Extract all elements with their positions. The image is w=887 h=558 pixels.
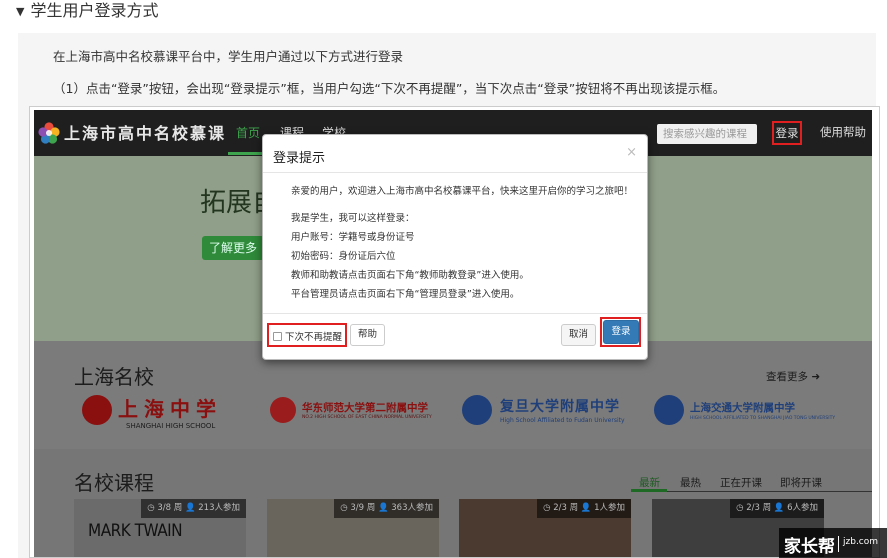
filter-divider [631, 491, 872, 492]
school-subtitle: HIGH SCHOOL AFFILIATED TO SHANGHAI JIAO … [690, 416, 836, 421]
filter-tab-upcoming[interactable]: 即将开课 [780, 475, 822, 490]
school-name: 华东师范大学第二附属中学 [302, 402, 428, 414]
no-remind-highlight: 下次不再提醒 [267, 323, 347, 347]
view-more-label: 查看更多 [766, 371, 808, 383]
course-card-meta: ◷ 3/9 周 👤 363人参加 [334, 499, 439, 518]
watermark-main: 家长帮 [784, 537, 835, 557]
modal-text-line: 平台管理员请点击页面右下角“管理员登录”进入使用。 [291, 289, 520, 300]
course-search-input[interactable]: 搜索感兴趣的课程 [657, 124, 757, 144]
courses-section: 名校课程 最新 最热 正在开课 即将开课 ◷ 3/8 周 👤 213人参加 MA… [34, 449, 872, 557]
course-card[interactable]: ◷ 2/3 周 👤 1人参加 [459, 499, 631, 557]
section-title-text: 学生用户登录方式 [30, 1, 159, 20]
help-button[interactable]: 帮助 [350, 324, 385, 346]
school-logo-ecnu2[interactable]: 华东师范大学第二附属中学 NO.2 HIGH SCHOOL OF EAST CH… [270, 393, 440, 431]
modal-header-divider [263, 172, 647, 173]
platform-logo-icon [38, 122, 60, 144]
filter-tab-in-progress[interactable]: 正在开课 [720, 475, 762, 490]
embedded-screenshot: 上海市高中名校慕课 首页 课程 学校 搜索感兴趣的课程 登录 使用帮助 拓展自 … [29, 106, 880, 558]
school-name: 上海中学 [118, 397, 222, 421]
course-card-text: MARK TWAIN [88, 521, 183, 541]
school-subtitle: NO.2 HIGH SCHOOL OF EAST CHINA NORMAL UN… [302, 415, 432, 420]
filter-active-underline [631, 489, 667, 492]
course-card-meta: ◷ 3/8 周 👤 213人参加 [141, 499, 246, 518]
school-subtitle: High School Affiliated to Fudan Universi… [500, 417, 625, 424]
course-card[interactable]: ◷ 3/9 周 👤 363人参加 [267, 499, 439, 557]
modal-welcome-text: 亲爱的用户，欢迎进入上海市高中名校慕课平台，快来这里开启你的学习之旅吧！ [291, 186, 634, 197]
modal-title: 登录提示 [273, 151, 326, 166]
nav-login-button[interactable]: 登录 [772, 121, 802, 145]
school-name: 上海交通大学附属中学 [690, 402, 795, 414]
watermark: 家长帮 jzb.com [779, 528, 887, 558]
courses-title: 名校课程 [74, 471, 154, 495]
ecnu2-seal-icon [270, 397, 296, 423]
platform-logo-text[interactable]: 上海市高中名校慕课 [64, 120, 226, 144]
cancel-button[interactable]: 取消 [561, 324, 596, 346]
modal-text-line: 初始密码：身份证后六位 [291, 251, 396, 262]
school-logo-sjtu[interactable]: 上海交通大学附属中学 HIGH SCHOOL AFFILIATED TO SHA… [654, 393, 836, 431]
close-icon[interactable]: × [626, 145, 637, 160]
modal-text-line: 用户账号：学籍号或身份证号 [291, 232, 415, 243]
modal-text-line: 我是学生，我可以这样登录： [291, 213, 415, 224]
platform-page: 上海市高中名校慕课 首页 课程 学校 搜索感兴趣的课程 登录 使用帮助 拓展自 … [34, 110, 872, 557]
intro-line-2: （1）点击“登录”按钮，会出现“登录提示”框，当用户勾选“下次不再提醒”，当下次… [53, 81, 726, 96]
view-more-link[interactable]: 查看更多 ➜ [766, 369, 820, 384]
filter-tab-hottest[interactable]: 最热 [680, 475, 701, 490]
modal-login-button[interactable]: 登录 [603, 320, 639, 344]
no-remind-checkbox[interactable] [273, 332, 282, 341]
arrow-right-icon: ➜ [811, 371, 821, 383]
section-title[interactable]: ▼ 学生用户登录方式 [16, 0, 158, 22]
modal-text-line: 教师和助教请点击页面右下角“教师助教登录”进入使用。 [291, 270, 529, 281]
nav-help-link[interactable]: 使用帮助 [820, 124, 866, 140]
school-logo-shanghai[interactable]: 上海中学 SHANGHAI HIGH SCHOOL [82, 393, 242, 431]
watermark-sub: jzb.com [843, 537, 879, 547]
login-tip-modal: 登录提示 × 亲爱的用户，欢迎进入上海市高中名校慕课平台，快来这里开启你的学习之… [262, 134, 648, 360]
learn-more-button[interactable]: 了解更多 [202, 236, 264, 260]
course-card[interactable]: ◷ 3/8 周 👤 213人参加 MARK TWAIN [74, 499, 246, 557]
shanghai-seal-icon [82, 395, 112, 425]
nav-item-home[interactable]: 首页 [236, 124, 260, 141]
filter-tab-newest[interactable]: 最新 [639, 475, 660, 490]
collapse-triangle-icon[interactable]: ▼ [16, 5, 24, 18]
modal-footer-divider [263, 313, 647, 314]
school-subtitle: SHANGHAI HIGH SCHOOL [126, 422, 216, 430]
intro-line-1: 在上海市高中名校慕课平台中，学生用户通过以下方式进行登录 [53, 49, 404, 64]
watermark-separator [838, 536, 839, 552]
fudan-seal-icon [462, 395, 492, 425]
school-name: 复旦大学附属中学 [500, 399, 620, 415]
schools-title: 上海名校 [74, 365, 154, 389]
course-card-meta: ◷ 2/3 周 👤 1人参加 [537, 499, 631, 518]
no-remind-label[interactable]: 下次不再提醒 [285, 329, 342, 343]
sjtu-seal-icon [654, 395, 684, 425]
course-card-meta: ◷ 2/3 周 👤 6人参加 [730, 499, 824, 518]
school-logo-fudan[interactable]: 复旦大学附属中学 High School Affiliated to Fudan… [462, 393, 632, 431]
